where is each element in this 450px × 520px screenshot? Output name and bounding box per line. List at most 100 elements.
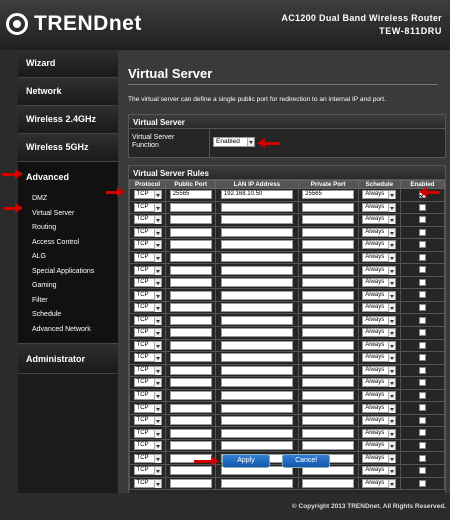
public-port-input[interactable] <box>169 466 212 476</box>
schedule-select[interactable]: Always <box>362 428 397 438</box>
enabled-checkbox[interactable] <box>418 354 426 362</box>
protocol-select[interactable]: TCP <box>133 315 162 325</box>
schedule-select[interactable]: Always <box>362 378 397 388</box>
submenu-item-virtual-server[interactable]: Virtual Server <box>18 207 118 222</box>
enabled-checkbox[interactable] <box>418 329 426 337</box>
enabled-checkbox[interactable] <box>418 203 426 211</box>
private-port-input[interactable] <box>302 253 355 262</box>
schedule-select[interactable]: Always <box>362 315 397 325</box>
public-port-input[interactable] <box>169 391 212 401</box>
protocol-select[interactable]: TCP <box>133 466 162 476</box>
protocol-select[interactable]: TCP <box>133 202 162 212</box>
protocol-select[interactable]: TCP <box>133 353 162 363</box>
schedule-select[interactable]: Always <box>362 441 397 451</box>
public-port-input[interactable]: 25565 <box>169 190 212 200</box>
public-port-input[interactable] <box>169 278 212 288</box>
lan-ip-input[interactable] <box>220 227 293 237</box>
enabled-checkbox[interactable] <box>418 241 426 249</box>
private-port-input[interactable] <box>302 478 355 488</box>
protocol-select[interactable]: TCP <box>133 303 162 313</box>
submenu-item-filter[interactable]: Filter <box>18 294 118 309</box>
enabled-checkbox[interactable] <box>418 304 426 312</box>
protocol-select[interactable]: TCP <box>133 478 162 488</box>
schedule-select[interactable]: Always <box>362 290 397 300</box>
lan-ip-input[interactable] <box>220 202 293 212</box>
lan-ip-input[interactable] <box>220 215 293 225</box>
lan-ip-input[interactable] <box>220 303 293 313</box>
enabled-checkbox[interactable] <box>418 341 426 349</box>
lan-ip-input[interactable] <box>220 315 293 325</box>
sidebar-item-wireless-5ghz[interactable]: Wireless 5GHz <box>18 134 118 162</box>
private-port-input[interactable] <box>302 365 355 375</box>
protocol-select[interactable]: TCP <box>133 453 162 463</box>
public-port-input[interactable] <box>169 441 212 451</box>
private-port-input[interactable] <box>302 215 355 225</box>
protocol-select[interactable]: TCP <box>133 253 162 262</box>
apply-button[interactable]: Apply <box>222 454 270 468</box>
lan-ip-input[interactable] <box>220 416 293 426</box>
protocol-select[interactable]: TCP <box>133 428 162 438</box>
enabled-checkbox[interactable] <box>418 442 426 450</box>
schedule-select[interactable]: Always <box>362 202 397 212</box>
enabled-checkbox[interactable] <box>418 454 426 462</box>
protocol-select[interactable]: TCP <box>133 365 162 375</box>
enabled-checkbox[interactable] <box>418 278 426 286</box>
lan-ip-input[interactable] <box>220 290 293 300</box>
schedule-select[interactable]: Always <box>362 365 397 375</box>
lan-ip-input[interactable] <box>220 353 293 363</box>
private-port-input[interactable] <box>302 416 355 426</box>
schedule-select[interactable]: Always <box>362 478 397 488</box>
private-port-input[interactable] <box>302 328 355 338</box>
public-port-input[interactable] <box>169 290 212 300</box>
lan-ip-input[interactable] <box>220 441 293 451</box>
sidebar-item-wizard[interactable]: Wizard <box>18 50 118 78</box>
protocol-select[interactable]: TCP <box>133 290 162 300</box>
enabled-checkbox[interactable] <box>418 291 426 299</box>
schedule-select[interactable]: Always <box>362 190 397 200</box>
submenu-item-gaming[interactable]: Gaming <box>18 279 118 294</box>
enabled-checkbox[interactable] <box>418 316 426 324</box>
schedule-select[interactable]: Always <box>362 278 397 288</box>
lan-ip-input[interactable] <box>220 265 293 275</box>
submenu-item-access-control[interactable]: Access Control <box>18 236 118 251</box>
protocol-select[interactable]: TCP <box>133 227 162 237</box>
schedule-select[interactable]: Always <box>362 403 397 413</box>
protocol-select[interactable]: TCP <box>133 378 162 388</box>
public-port-input[interactable] <box>169 416 212 426</box>
enabled-checkbox[interactable] <box>418 228 426 236</box>
private-port-input[interactable] <box>302 391 355 401</box>
public-port-input[interactable] <box>169 340 212 350</box>
lan-ip-input[interactable] <box>220 240 293 250</box>
private-port-input[interactable] <box>302 378 355 388</box>
public-port-input[interactable] <box>169 265 212 275</box>
schedule-select[interactable]: Always <box>362 391 397 401</box>
private-port-input[interactable] <box>302 227 355 237</box>
submenu-item-routing[interactable]: Routing <box>18 221 118 236</box>
protocol-select[interactable]: TCP <box>133 240 162 250</box>
enabled-checkbox[interactable] <box>418 429 426 437</box>
enabled-checkbox[interactable] <box>418 216 426 224</box>
protocol-select[interactable]: TCP <box>133 215 162 225</box>
private-port-input[interactable] <box>302 265 355 275</box>
schedule-select[interactable]: Always <box>362 453 397 463</box>
public-port-input[interactable] <box>169 428 212 438</box>
protocol-select[interactable]: TCP <box>133 441 162 451</box>
public-port-input[interactable] <box>169 202 212 212</box>
public-port-input[interactable] <box>169 240 212 250</box>
public-port-input[interactable] <box>169 328 212 338</box>
enabled-checkbox[interactable] <box>418 266 426 274</box>
protocol-select[interactable]: TCP <box>133 278 162 288</box>
enabled-checkbox[interactable] <box>418 479 426 487</box>
enabled-checkbox[interactable] <box>418 253 426 261</box>
public-port-input[interactable] <box>169 378 212 388</box>
schedule-select[interactable]: Always <box>362 227 397 237</box>
enabled-checkbox[interactable] <box>418 379 426 387</box>
enabled-checkbox[interactable] <box>418 391 426 399</box>
enabled-checkbox[interactable] <box>418 404 426 412</box>
schedule-select[interactable]: Always <box>362 240 397 250</box>
public-port-input[interactable] <box>169 365 212 375</box>
private-port-input[interactable] <box>302 353 355 363</box>
schedule-select[interactable]: Always <box>362 328 397 338</box>
submenu-item-schedule[interactable]: Schedule <box>18 308 118 323</box>
lan-ip-input[interactable] <box>220 478 293 488</box>
